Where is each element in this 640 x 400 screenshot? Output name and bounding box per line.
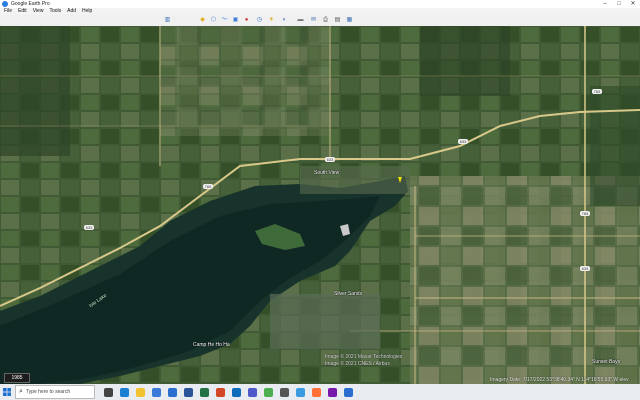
map-viewport[interactable]: South View Silver Sands Camp He Ho Ha Su… <box>0 26 640 384</box>
windows-icon <box>3 388 11 396</box>
powerpoint-icon <box>215 387 225 397</box>
map-label-camp[interactable]: Camp He Ho Ha <box>193 342 230 348</box>
status-bar: 1985 Image © 2021 Maxar Technologies Ima… <box>0 354 640 384</box>
print-icon[interactable]: ⎙ <box>321 16 330 25</box>
window-controls: – □ ✕ <box>598 0 640 8</box>
google-earth-icon <box>2 1 8 7</box>
historical-imagery-icon[interactable]: ◷ <box>255 16 264 25</box>
copyright-1: Image © 2021 Maxar Technologies <box>325 354 403 360</box>
menu-edit[interactable]: Edit <box>18 8 27 15</box>
polygon-icon[interactable]: ⬠ <box>209 16 218 25</box>
word-icon <box>183 387 193 397</box>
taskbar-app-firefox[interactable] <box>308 384 324 400</box>
email-icon[interactable]: ✉ <box>309 16 318 25</box>
taskbar-search[interactable]: ⌕ Type here to search <box>15 385 95 399</box>
onenote-icon <box>327 387 337 397</box>
menu-view[interactable]: View <box>33 8 44 15</box>
taskbar-app-onenote[interactable] <box>324 384 340 400</box>
minimize-button[interactable]: – <box>598 0 612 8</box>
google-earth-icon <box>295 387 305 397</box>
placemark-icon[interactable]: ◆ <box>198 16 207 25</box>
firefox-icon <box>311 387 321 397</box>
scale-legend: 1985 <box>4 373 30 383</box>
start-button[interactable] <box>0 384 14 400</box>
path-icon[interactable]: 〜 <box>220 16 229 25</box>
store-icon <box>151 387 161 397</box>
taskbar: ⌕ Type here to search <box>0 384 640 400</box>
taskbar-app-store[interactable] <box>148 384 164 400</box>
photos-icon <box>343 387 353 397</box>
search-icon: ⌕ <box>19 388 23 395</box>
copyright-2: Image © 2021 CNES / Airbus <box>325 361 390 367</box>
settings-icon <box>279 387 289 397</box>
maximize-button[interactable]: □ <box>612 0 626 8</box>
road-shield: 765 <box>580 211 590 216</box>
taskbar-app-outlook[interactable] <box>228 384 244 400</box>
taskbar-app-teams[interactable] <box>244 384 260 400</box>
task-view-icon <box>103 387 113 397</box>
title-bar: Google Earth Pro – □ ✕ <box>0 0 640 8</box>
outlook-icon <box>231 387 241 397</box>
mail-icon <box>167 387 177 397</box>
menu-file[interactable]: File <box>4 8 12 15</box>
taskbar-app-edge[interactable] <box>116 384 132 400</box>
taskbar-app-mail[interactable] <box>164 384 180 400</box>
road-shield: 633 <box>84 225 94 230</box>
teams-icon <box>247 387 257 397</box>
taskbar-app-settings[interactable] <box>276 384 292 400</box>
ruler-icon[interactable]: ▬ <box>296 16 305 25</box>
road-shield: 633 <box>458 139 468 144</box>
satellite-imagery <box>0 26 640 384</box>
menu-tools[interactable]: Tools <box>49 8 61 15</box>
menu-bar: File Edit View Tools Add Help <box>0 8 640 15</box>
road-shield: 633 <box>580 266 590 271</box>
road-shield: 765 <box>203 184 213 189</box>
menu-add[interactable]: Add <box>67 8 76 15</box>
close-button[interactable]: ✕ <box>626 0 640 8</box>
tour-icon[interactable]: ● <box>242 16 251 25</box>
search-placeholder: Type here to search <box>25 389 71 395</box>
taskbar-app-excel[interactable] <box>196 384 212 400</box>
overlay-icon[interactable]: ▣ <box>231 16 240 25</box>
chrome-icon <box>263 387 273 397</box>
taskbar-app-word[interactable] <box>180 384 196 400</box>
imagery-info: Imagery Date: 7/17/2022 53°38'40.34" N 1… <box>490 377 629 383</box>
road-shield: 765 <box>592 89 602 94</box>
save-image-icon[interactable]: ▤ <box>333 16 342 25</box>
taskbar-app-photos[interactable] <box>340 384 356 400</box>
road-shield: 633 <box>325 157 335 162</box>
excel-icon <box>199 387 209 397</box>
pinned-apps <box>100 384 356 400</box>
map-label-south-view[interactable]: South View <box>314 170 339 176</box>
map-label-silver-sands[interactable]: Silver Sands <box>334 291 362 297</box>
sun-icon[interactable]: ☀ <box>267 16 276 25</box>
planets-icon[interactable]: ◑ <box>279 16 288 25</box>
edge-icon <box>119 387 129 397</box>
taskbar-app-file-explorer[interactable] <box>132 384 148 400</box>
window-title: Google Earth Pro <box>11 1 50 7</box>
file-explorer-icon <box>135 387 145 397</box>
sidebar-toggle-icon[interactable]: ▥ <box>163 16 172 25</box>
taskbar-app-powerpoint[interactable] <box>212 384 228 400</box>
taskbar-app-task-view[interactable] <box>100 384 116 400</box>
map-label-sunset-bays[interactable]: Sunset Bays <box>592 359 620 365</box>
maps-icon[interactable]: ▦ <box>345 16 354 25</box>
taskbar-app-google-earth[interactable] <box>292 384 308 400</box>
taskbar-app-chrome[interactable] <box>260 384 276 400</box>
menu-help[interactable]: Help <box>82 8 92 15</box>
